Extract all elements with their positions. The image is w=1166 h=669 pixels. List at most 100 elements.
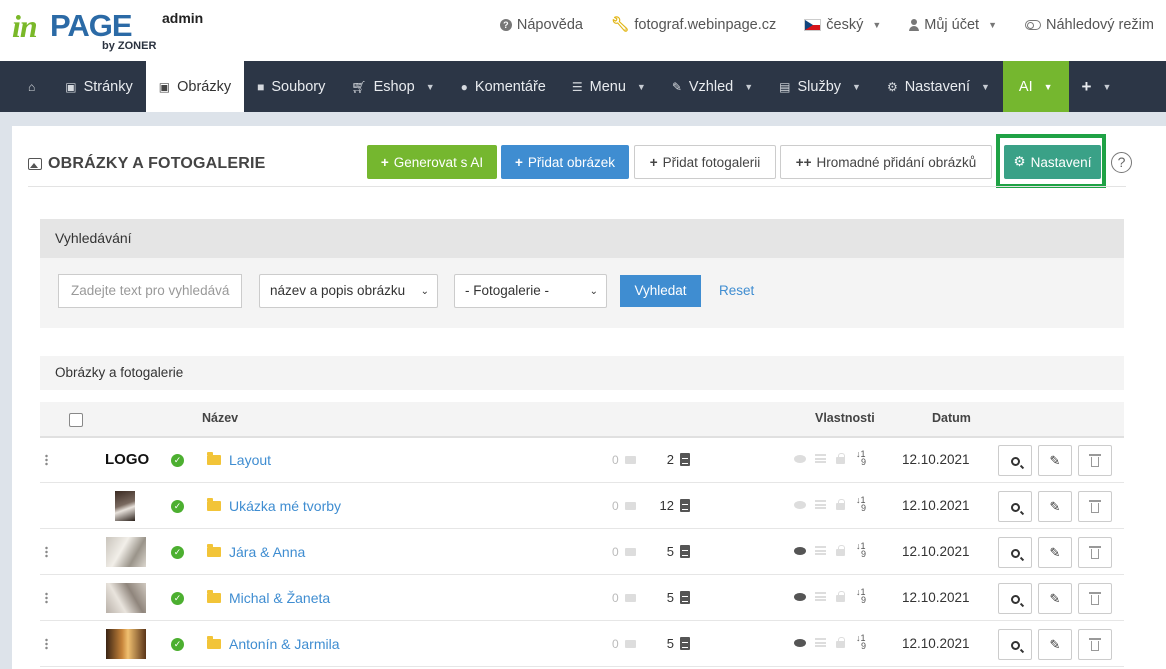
table-row: ✓ Antonín & Jarmila 0 5 ↓1 9 12.10.2021 … [12,622,1124,667]
folder-icon: ■ [257,79,265,94]
lock-icon [836,453,845,464]
nav-home[interactable]: ⌂ [0,61,52,112]
view-button[interactable] [998,537,1032,568]
nav-label: Vzhled [688,78,734,95]
list-heading: Obrázky a fotogalerie [40,356,1124,390]
gallery-select[interactable]: - Fotogalerie - ⌄ [454,274,607,308]
nav-menu[interactable]: ☰ Menu ▼ [559,61,659,112]
edit-button[interactable]: ✎ [1038,537,1072,568]
nav-add[interactable]: + ▼ [1069,61,1125,112]
nav-label: Eshop [373,78,415,95]
home-icon: ⌂ [28,79,36,94]
caret-down-icon: ▼ [744,81,754,92]
document-icon [680,453,690,466]
description-icon [815,592,826,601]
search-button[interactable]: Vyhledat [620,275,701,307]
description-icon [815,500,826,509]
button-label: Hromadné přidání obrázků [816,154,977,170]
trash-icon [1089,592,1101,605]
button-label: Přidat fotogalerii [662,154,761,170]
nav-label: Služby [797,78,842,95]
delete-button[interactable] [1078,491,1112,522]
gallery-name-link[interactable]: Michal & Žaneta [229,590,330,606]
nav-appearance[interactable]: ✎ Vzhled ▼ [659,61,766,112]
nav-label: Obrázky [177,78,232,95]
edit-button[interactable]: ✎ [1038,445,1072,476]
edit-button[interactable]: ✎ [1038,491,1072,522]
nav-eshop[interactable]: 🛒︎ Eshop ▼ [338,61,447,112]
gallery-name-link[interactable]: Jára & Anna [229,544,305,560]
help-link[interactable]: ? Nápověda [499,16,583,33]
document-icon [680,591,690,604]
pencil-icon: ✎ [1049,545,1061,560]
edit-button[interactable]: ✎ [1038,583,1072,614]
trash-icon [1089,638,1101,651]
view-button[interactable] [998,583,1032,614]
double-plus-icon: ++ [795,154,812,170]
thumbnail-image [106,583,146,613]
description-icon [815,546,826,555]
nav-ai[interactable]: AI ▼ [1002,61,1069,112]
folder-icon [207,452,221,465]
search-panel: Vyhledávání Zadejte text pro vyhledává n… [40,219,1124,328]
delete-button[interactable] [1078,583,1112,614]
gallery-name-link[interactable]: Ukázka mé tvorby [229,498,341,514]
folder-icon [207,498,221,511]
sort-order-icon: ↓1 9 [856,495,867,513]
caret-down-icon: ▼ [1043,81,1053,92]
nav-files[interactable]: ■ Soubory [244,61,338,112]
subfolder-icon [625,456,636,464]
thumbnail-image [115,491,135,521]
language-dropdown[interactable]: český ▼ [804,16,881,33]
divider [28,186,1126,187]
eye-icon[interactable] [794,547,806,555]
eye-icon[interactable] [794,501,806,509]
eye-icon[interactable] [794,593,806,601]
column-name: Název [202,411,239,425]
folder-icon [207,590,221,603]
image-icon [28,158,42,170]
drag-handle-icon[interactable] [45,454,48,466]
drag-handle-icon[interactable] [45,592,48,604]
account-dropdown[interactable]: Můj účet ▼ [909,16,997,33]
table-row: ✓ Jára & Anna 0 5 ↓1 9 12.10.2021 ✎ [12,530,1124,575]
nav-comments[interactable]: ● Komentáře [448,61,559,112]
delete-button[interactable] [1078,537,1112,568]
eye-icon[interactable] [794,639,806,647]
drag-handle-icon[interactable] [45,638,48,650]
search-input[interactable]: Zadejte text pro vyhledává [58,274,242,308]
reset-link[interactable]: Reset [719,275,754,307]
eye-icon[interactable] [794,455,806,463]
site-link[interactable]: 🔧︎ fotograf.webinpage.cz [611,16,777,34]
generate-ai-button[interactable]: + Generovat s AI [367,145,497,179]
caret-down-icon: ▼ [425,81,435,92]
add-image-button[interactable]: + Přidat obrázek [501,145,629,179]
top-header: in PAGE by ZONER admin ? Nápověda 🔧︎ fotog… [0,0,1166,61]
search-type-select[interactable]: název a popis obrázku ⌄ [259,274,438,308]
nav-settings[interactable]: ⚙ Nastavení ▼ [874,61,1003,112]
bulk-add-button[interactable]: ++ Hromadné přidání obrázků [780,145,992,179]
edit-button[interactable]: ✎ [1038,629,1072,660]
user-role-label: admin [162,10,204,26]
view-button[interactable] [998,445,1032,476]
nav-services[interactable]: ▤ Služby ▼ [766,61,874,112]
preview-mode-toggle[interactable]: Náhledový režim [1025,16,1154,33]
drag-handle-icon[interactable] [45,546,48,558]
subfolder-count: 0 [612,453,619,467]
gallery-name-link[interactable]: Layout [229,452,271,468]
view-button[interactable] [998,629,1032,660]
site-label: fotograf.webinpage.cz [634,16,777,33]
nav-images[interactable]: ▣ Obrázky [145,61,245,112]
image-count: 2 [666,452,674,467]
select-value: název a popis obrázku [270,283,406,298]
inpage-logo[interactable]: in PAGE by ZONER [12,6,162,56]
add-gallery-button[interactable]: + Přidat fotogalerii [634,145,776,179]
select-all-checkbox[interactable] [69,413,83,427]
sort-order-icon: ↓1 9 [856,633,867,651]
delete-button[interactable] [1078,445,1112,476]
nav-pages[interactable]: ▣ Stránky [52,61,146,112]
gallery-name-link[interactable]: Antonín & Jarmila [229,636,340,652]
delete-button[interactable] [1078,629,1112,660]
help-icon[interactable]: ? [1111,152,1132,173]
view-button[interactable] [998,491,1032,522]
